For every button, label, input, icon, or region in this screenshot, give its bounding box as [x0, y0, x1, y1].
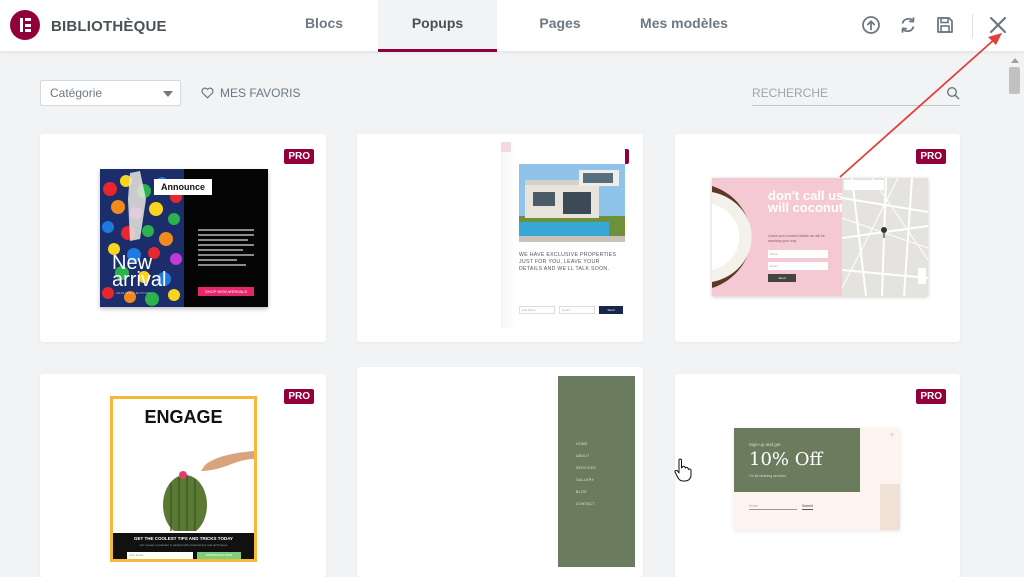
upload-icon[interactable]	[860, 14, 882, 36]
sync-icon[interactable]	[897, 14, 919, 36]
announce-label: Announce	[154, 179, 212, 195]
template-preview: Announce New arrival 2016 COLLECTION SHO…	[100, 169, 268, 307]
scrollbar-thumb[interactable]	[1009, 67, 1020, 94]
scroll-up-arrow-icon[interactable]	[1011, 58, 1019, 63]
headline-line-2: arrival	[112, 269, 167, 291]
email-field: Email	[559, 306, 595, 314]
template-card[interactable]: PRO HOME ABOUT SERVICES GALLERY BLOG CON…	[357, 367, 643, 577]
full-name-field: Full Name	[519, 306, 555, 314]
template-preview: HOME ABOUT SERVICES GALLERY BLOG CONTACT	[558, 376, 635, 567]
search-icon[interactable]	[946, 86, 960, 100]
decor-block	[880, 484, 900, 530]
engage-footer: GET THE COOLEST TIPS AND TRICKS TODAY Ou…	[113, 533, 254, 559]
coconut-photo	[712, 186, 752, 288]
template-preview: WE HAVE EXCLUSIVE PROPERTIES JUST FOR YO…	[501, 142, 625, 328]
send-button: Send	[768, 274, 796, 282]
offer-subline: On all cleaning services	[749, 474, 786, 478]
send-button: Send	[599, 306, 623, 314]
template-preview: ENGAGE GET THE COOLEST TIPS AND TRICKS T…	[110, 396, 257, 562]
chevron-down-icon	[163, 91, 173, 97]
template-preview: don't call us, we will coconut you Leave…	[712, 178, 928, 296]
pro-badge: PRO	[916, 389, 946, 404]
offer-headline: 10% Off	[749, 449, 823, 470]
coconut-subline: Leave your contact details we will be re…	[768, 234, 825, 243]
offer-eyebrow: Sign up and get	[749, 442, 781, 447]
email-field: Email	[749, 504, 797, 510]
pro-badge: PRO	[284, 389, 314, 404]
email-field: Email	[768, 262, 828, 270]
menu-item: SERVICES	[576, 466, 597, 470]
tab-popups[interactable]: Popups	[378, 0, 497, 52]
library-title: BIBLIOTHÈQUE	[51, 18, 167, 35]
favorites-label: MES FAVORIS	[220, 86, 301, 100]
save-icon[interactable]	[934, 14, 956, 36]
menu-item: GALLERY	[576, 478, 595, 482]
email-field: Your Email	[127, 552, 193, 559]
library-header: BIBLIOTHÈQUE Blocs Popups Pages Mes modè…	[0, 0, 1024, 52]
pro-badge: PRO	[916, 149, 946, 164]
category-select-value: Catégorie	[50, 86, 103, 100]
scrollbar-track[interactable]	[1006, 56, 1024, 577]
elementor-logo-icon	[10, 10, 40, 40]
close-icon	[501, 142, 511, 152]
collection-label: 2016 COLLECTION	[116, 291, 151, 295]
template-card[interactable]: PRO Announce New arrival 2016 COLLECTION	[40, 134, 326, 342]
cactus-photo	[163, 451, 254, 531]
tab-pages[interactable]: Pages	[497, 0, 623, 52]
submit-link: Submit	[802, 504, 813, 510]
library-tabs: Blocs Popups Pages Mes modèles	[270, 0, 745, 52]
template-preview: × Sign up and get 10% Off On all cleanin…	[734, 428, 900, 530]
properties-headline: WE HAVE EXCLUSIVE PROPERTIES JUST FOR YO…	[519, 252, 617, 272]
search-box	[752, 82, 960, 106]
category-select[interactable]: Catégorie	[40, 80, 181, 106]
header-separator	[972, 14, 973, 38]
new-arrival-headline: New arrival	[112, 253, 167, 291]
tab-mes-modeles[interactable]: Mes modèles	[623, 0, 745, 52]
shop-new-arrivals-button: SHOP NEW ARRIVALS	[198, 287, 254, 296]
pro-badge: PRO	[284, 149, 314, 164]
menu-item: ABOUT	[576, 454, 590, 458]
announce-body-text	[198, 229, 254, 266]
favorites-filter[interactable]: MES FAVORIS	[201, 86, 300, 100]
hand-cursor-icon	[674, 458, 692, 482]
template-card[interactable]: PRO × Sign up and get 10% Off On all cle…	[675, 374, 960, 577]
menu-item: CONTACT	[576, 502, 595, 506]
name-field: Name	[768, 250, 828, 258]
offer-panel: Sign up and get 10% Off On all cleaning …	[734, 428, 860, 492]
download-now-button: DOWNLOAD NOW	[197, 552, 241, 559]
template-card[interactable]: PRO WE HAVE EXCLUSIVE PROPERTIES JUST FO…	[357, 134, 643, 342]
menu-item: BLOG	[576, 490, 587, 494]
engage-tagline: GET THE COOLEST TIPS AND TRICKS TODAY	[133, 536, 234, 541]
tab-blocs[interactable]: Blocs	[270, 0, 378, 52]
template-card[interactable]: PRO ENGAGE GET THE COOLEST TIPS AND TRIC…	[40, 374, 326, 577]
template-card[interactable]: PRO don't call us, we will coconut you L…	[675, 134, 960, 342]
heart-icon	[201, 87, 214, 99]
engage-headline: ENGAGE	[144, 407, 223, 427]
engage-body: Our weekly newsletter is packed with pra…	[139, 543, 229, 547]
villa-photo	[519, 164, 625, 242]
menu-item: HOME	[576, 442, 588, 446]
close-icon[interactable]	[987, 14, 1009, 36]
close-icon: ×	[889, 432, 894, 439]
map-image	[842, 178, 928, 296]
search-input[interactable]	[752, 82, 932, 100]
side-menu: HOME ABOUT SERVICES GALLERY BLOG CONTACT	[576, 438, 616, 510]
